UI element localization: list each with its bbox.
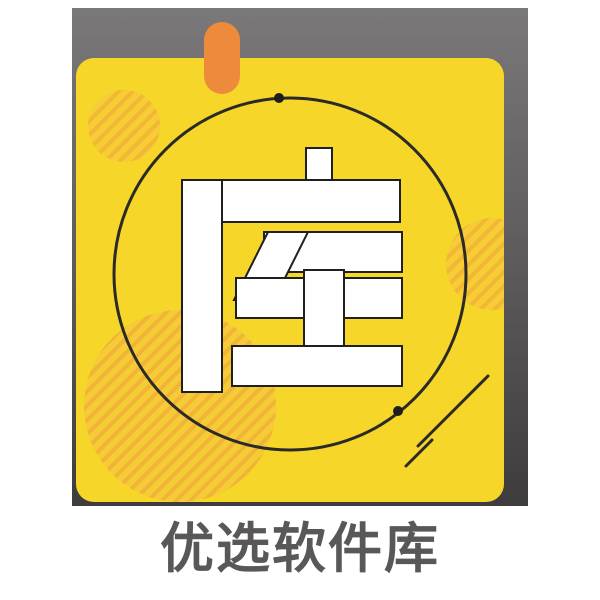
ring-dot-bottom: [393, 406, 403, 416]
library-glyph: [181, 147, 403, 393]
app-name-label: 优选软件库: [160, 517, 440, 580]
app-icon: [72, 8, 528, 506]
ring-dot-top: [274, 93, 284, 103]
icon-tab: [204, 22, 240, 94]
